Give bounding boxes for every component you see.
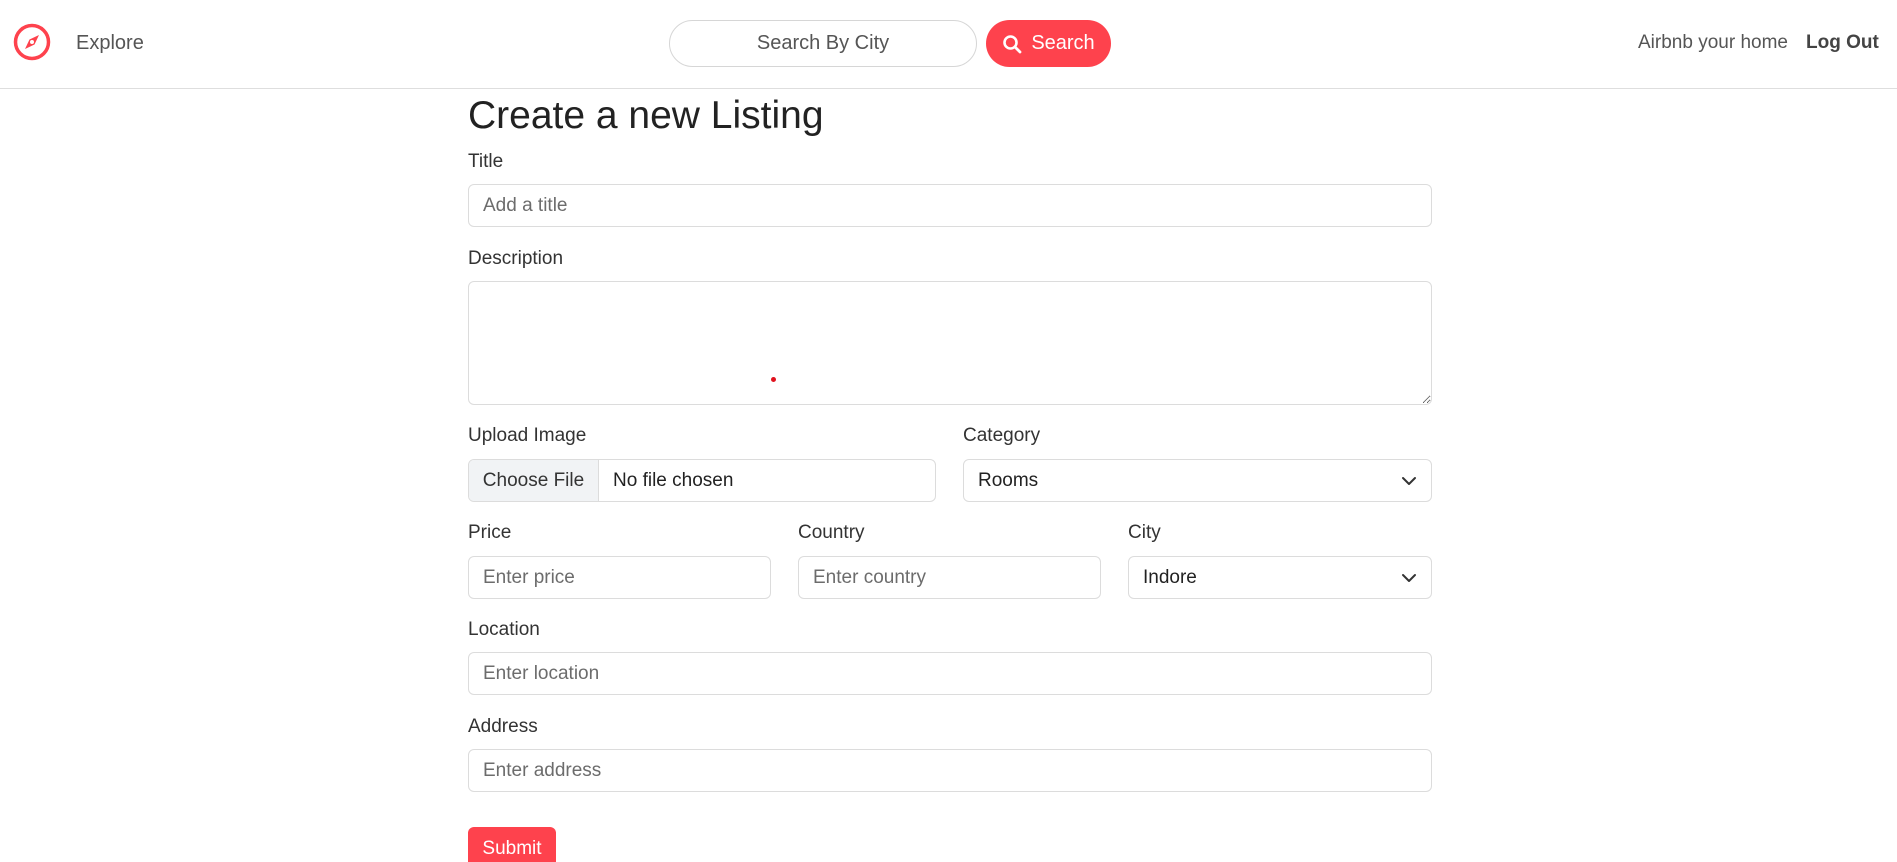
city-select[interactable]: Indore <box>1128 556 1432 599</box>
compass-icon <box>13 23 51 61</box>
country-label: Country <box>798 522 865 543</box>
upload-image-label: Upload Image <box>468 425 587 446</box>
file-status-text: No file chosen <box>613 469 734 491</box>
submit-button[interactable]: Submit <box>468 827 556 862</box>
city-label: City <box>1128 522 1161 543</box>
address-label: Address <box>468 716 538 737</box>
category-selected-value: Rooms <box>978 469 1039 491</box>
country-input[interactable] <box>798 556 1101 599</box>
price-input[interactable] <box>468 556 771 599</box>
chevron-down-icon <box>1402 476 1416 485</box>
description-label: Description <box>468 248 564 269</box>
top-navbar: Explore Search Airbnb your home Log Out <box>0 0 1897 89</box>
search-button[interactable]: Search <box>986 20 1111 67</box>
category-select[interactable]: Rooms <box>963 459 1432 502</box>
mouse-cursor-dot <box>771 377 776 382</box>
search-button-label: Search <box>1031 32 1095 54</box>
price-label: Price <box>468 522 512 543</box>
location-input[interactable] <box>468 652 1432 695</box>
city-selected-value: Indore <box>1143 566 1197 588</box>
search-city-input[interactable] <box>669 20 977 67</box>
choose-file-button[interactable]: Choose File <box>469 460 599 501</box>
description-textarea[interactable] <box>468 281 1432 405</box>
address-input[interactable] <box>468 749 1432 792</box>
nav-logout-link[interactable]: Log Out <box>1806 32 1879 54</box>
title-label: Title <box>468 151 504 172</box>
nav-explore-link[interactable]: Explore <box>76 32 144 55</box>
title-input[interactable] <box>468 184 1432 227</box>
upload-image-input[interactable]: Choose File No file chosen <box>468 459 936 502</box>
page-title: Create a new Listing <box>468 94 824 137</box>
location-label: Location <box>468 619 540 640</box>
brand-logo[interactable] <box>12 22 52 62</box>
nav-host-link[interactable]: Airbnb your home <box>1638 32 1788 54</box>
chevron-down-icon <box>1402 573 1416 582</box>
search-icon <box>1003 34 1022 53</box>
category-label: Category <box>963 425 1041 446</box>
